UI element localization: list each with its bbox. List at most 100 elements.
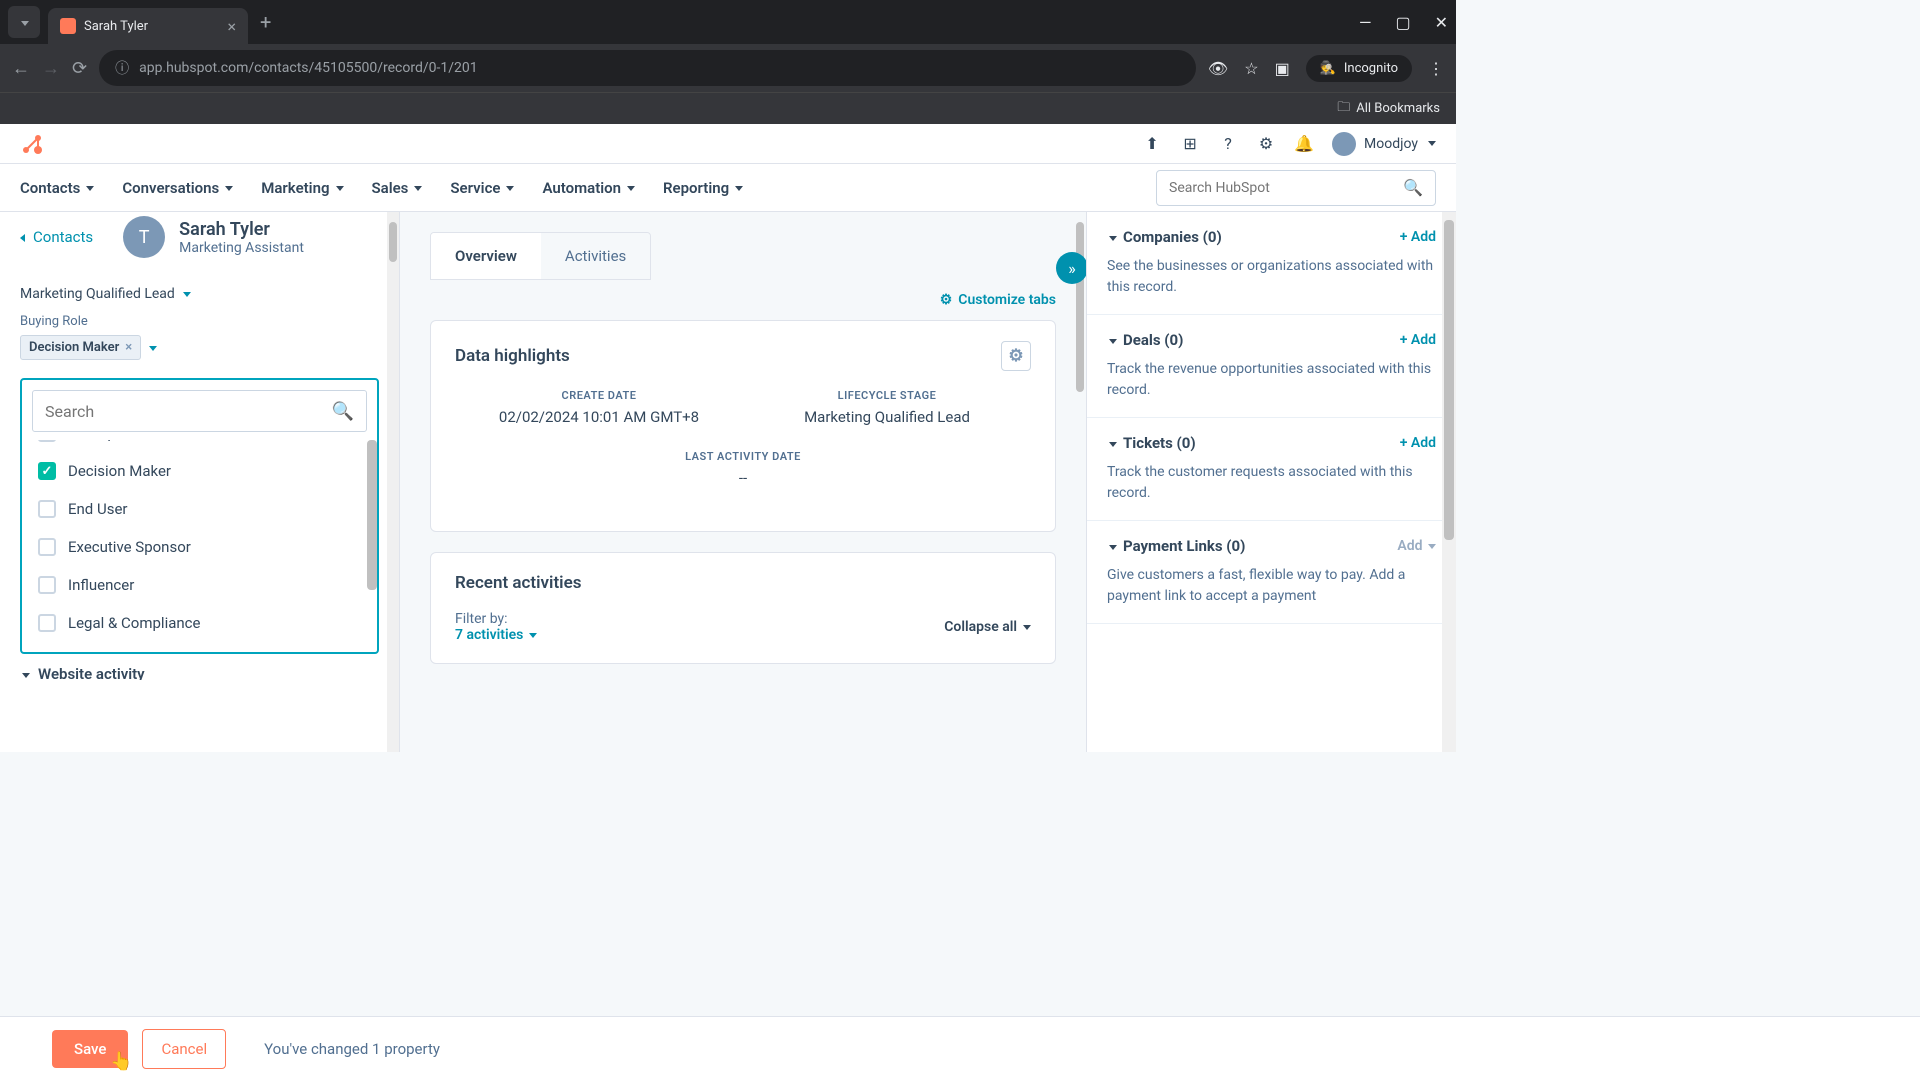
checkbox-checked[interactable] [38, 462, 56, 480]
card-title: Data highlights [455, 346, 570, 366]
buying-role-tag[interactable]: Decision Maker× [20, 335, 141, 360]
marketplace-icon[interactable]: ⊞ [1180, 134, 1200, 154]
help-icon[interactable]: ? [1218, 134, 1238, 154]
option-end-user[interactable]: End User [32, 490, 367, 528]
save-bar: Save👆 Cancel You've changed 1 property [0, 1016, 1920, 1080]
remove-tag-icon[interactable]: × [125, 340, 132, 355]
back-to-contacts[interactable]: Contacts [0, 212, 113, 246]
website-activity-section[interactable]: Website activity [0, 654, 399, 680]
browser-tab-strip: Sarah Tyler × + — ▢ ✕ [0, 0, 1456, 44]
save-status-message: You've changed 1 property [264, 1040, 440, 1058]
left-scrollbar[interactable] [387, 212, 399, 752]
checkbox[interactable] [38, 440, 56, 442]
checkbox[interactable] [38, 538, 56, 556]
filter-by-label: Filter by: [455, 611, 508, 627]
dropdown-search-input[interactable] [45, 402, 332, 421]
search-icon[interactable]: 🔍 [332, 401, 354, 422]
upgrade-icon[interactable]: ⬆ [1142, 134, 1162, 154]
browser-toolbar: ← → ⟳ ⓘ app.hubspot.com/contacts/4510550… [0, 44, 1456, 92]
filter-activities-dropdown[interactable]: 7 activities [455, 627, 537, 643]
option-champion[interactable]: Champion [32, 440, 367, 452]
tab-activities[interactable]: Activities [541, 233, 650, 279]
contact-role: Marketing Assistant [179, 240, 304, 256]
left-sidebar: Contacts T Sarah Tyler Marketing Assista… [0, 212, 400, 752]
eye-off-icon[interactable]: 👁 [1208, 59, 1228, 78]
incognito-badge[interactable]: 🕵 Incognito [1306, 55, 1412, 82]
companies-toggle[interactable]: Companies (0) [1107, 228, 1222, 246]
tickets-section: Tickets (0)+ Add Track the customer requ… [1087, 418, 1456, 521]
new-tab-button[interactable]: + [260, 10, 271, 34]
maximize-icon[interactable]: ▢ [1395, 13, 1410, 32]
nav-sales[interactable]: Sales [372, 179, 423, 197]
nav-service[interactable]: Service [450, 179, 514, 197]
card-settings-button[interactable]: ⚙ [1001, 341, 1031, 371]
tab-overview[interactable]: Overview [431, 233, 541, 279]
payment-links-desc: Give customers a fast, flexible way to p… [1107, 565, 1436, 607]
contact-name: Sarah Tyler [179, 219, 304, 240]
payment-links-toggle[interactable]: Payment Links (0) [1107, 537, 1245, 555]
tickets-toggle[interactable]: Tickets (0) [1107, 434, 1196, 452]
right-scrollbar[interactable] [1442, 212, 1456, 752]
lifecycle-dropdown[interactable]: Marketing Qualified Lead [20, 286, 379, 302]
browser-tab[interactable]: Sarah Tyler × [48, 8, 248, 44]
tab-search-button[interactable] [8, 6, 40, 38]
search-input[interactable] [1169, 180, 1403, 196]
option-executive-sponsor[interactable]: Executive Sponsor [32, 528, 367, 566]
deals-section: Deals (0) + Add Track the revenue opportu… [1087, 315, 1456, 418]
last-activity-label: LAST ACTIVITY DATE [455, 450, 1031, 463]
minimize-icon[interactable]: — [1359, 13, 1372, 32]
main-nav: Contacts Conversations Marketing Sales S… [0, 164, 1456, 212]
card-title: Recent activities [455, 573, 581, 593]
expand-sidebar-button[interactable]: » [1056, 252, 1086, 284]
checkbox[interactable] [38, 614, 56, 632]
nav-marketing[interactable]: Marketing [261, 179, 343, 197]
dropdown-search[interactable]: 🔍 [32, 390, 367, 432]
panel-icon[interactable]: ▣ [1275, 59, 1290, 78]
option-legal-compliance[interactable]: Legal & Compliance [32, 604, 367, 642]
dropdown-scrollbar[interactable] [367, 440, 377, 590]
checkbox[interactable] [38, 500, 56, 518]
close-tab-icon[interactable]: × [227, 17, 236, 36]
collapse-all-button[interactable]: Collapse all [944, 619, 1031, 635]
all-bookmarks-button[interactable]: 🗀 All Bookmarks [1337, 98, 1440, 120]
forward-button: → [42, 58, 60, 79]
buying-role-dropdown-toggle[interactable] [147, 338, 157, 357]
add-ticket-button[interactable]: + Add [1400, 435, 1436, 451]
user-name: Moodjoy [1364, 136, 1418, 152]
add-company-button[interactable]: + Add [1400, 229, 1436, 245]
option-decision-maker[interactable]: Decision Maker [32, 452, 367, 490]
avatar [1332, 132, 1356, 156]
notifications-bell-icon[interactable]: 🔔 [1294, 134, 1314, 154]
address-bar[interactable]: ⓘ app.hubspot.com/contacts/45105500/reco… [99, 50, 1196, 86]
add-payment-link-button[interactable]: Add [1397, 538, 1436, 554]
global-search[interactable]: 🔍 [1156, 170, 1436, 206]
nav-reporting[interactable]: Reporting [663, 179, 743, 197]
hubspot-logo[interactable] [20, 132, 44, 156]
checkbox[interactable] [38, 576, 56, 594]
chevron-down-icon [1426, 136, 1436, 152]
user-menu[interactable]: Moodjoy [1332, 132, 1436, 156]
option-influencer[interactable]: Influencer [32, 566, 367, 604]
add-deal-button[interactable]: + Add [1400, 332, 1436, 348]
mid-scrollbar[interactable] [1074, 212, 1086, 752]
close-window-icon[interactable]: ✕ [1435, 13, 1448, 32]
back-button[interactable]: ← [12, 58, 30, 79]
all-bookmarks-label: All Bookmarks [1356, 101, 1440, 116]
nav-automation[interactable]: Automation [542, 179, 635, 197]
search-icon[interactable]: 🔍 [1403, 178, 1423, 197]
cursor-icon: 👆 [110, 1051, 132, 1072]
nav-contacts[interactable]: Contacts [20, 179, 94, 197]
companies-desc: See the businesses or organizations asso… [1107, 256, 1436, 298]
cancel-button[interactable]: Cancel [142, 1029, 226, 1069]
save-button[interactable]: Save👆 [52, 1030, 128, 1068]
settings-gear-icon[interactable]: ⚙ [1256, 134, 1276, 154]
kebab-menu-icon[interactable]: ⋮ [1428, 59, 1444, 78]
deals-toggle[interactable]: Deals (0) [1107, 331, 1183, 349]
reload-button[interactable]: ⟳ [72, 58, 87, 79]
nav-conversations[interactable]: Conversations [122, 179, 233, 197]
lifecycle-label [20, 274, 379, 282]
deals-desc: Track the revenue opportunities associat… [1107, 359, 1436, 401]
bookmark-star-icon[interactable]: ☆ [1244, 59, 1258, 78]
site-info-icon[interactable]: ⓘ [115, 58, 129, 78]
customize-tabs-link[interactable]: ⚙Customize tabs [430, 292, 1056, 308]
